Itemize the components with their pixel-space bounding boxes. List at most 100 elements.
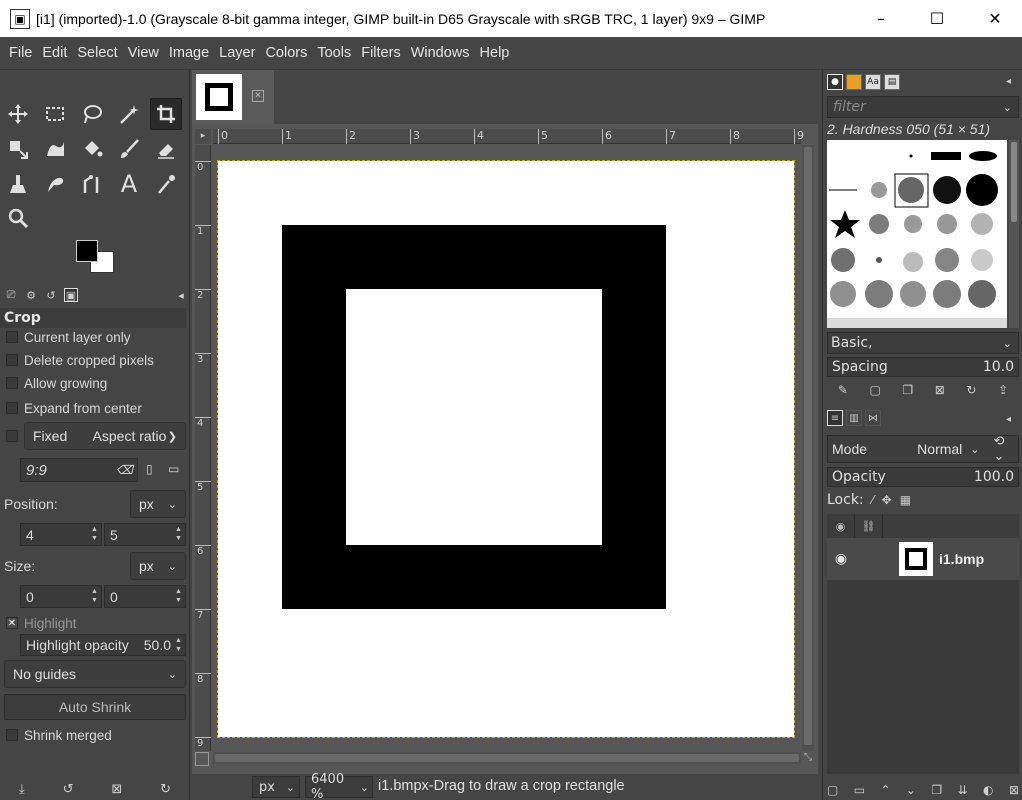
spin-arrows-icon[interactable]: ▲ ▼	[90, 587, 99, 605]
reset-icon[interactable]: ↻	[160, 782, 171, 797]
undo-history-tab-icon[interactable]: ↺	[44, 288, 58, 302]
lock-position-icon[interactable]: ✥	[882, 493, 892, 507]
patterns-tab-icon[interactable]	[846, 74, 862, 90]
close-button[interactable]: ✕	[966, 0, 1022, 37]
highlight-option[interactable]: ✕ Highlight	[6, 613, 77, 633]
checkbox[interactable]	[6, 402, 18, 414]
shrink-merged-option[interactable]: Shrink merged	[6, 725, 112, 745]
layer-mode-combo[interactable]: Mode Normal ⌄ ⟲ ⌄	[827, 434, 1019, 464]
vertical-ruler[interactable]: 0 1 2 3 4 5 6 7 8 9	[195, 145, 211, 751]
landscape-icon[interactable]: ▭	[168, 462, 179, 476]
menu-colors[interactable]: Colors	[260, 45, 312, 61]
maximize-button[interactable]: ☐	[908, 0, 966, 37]
checkbox-checked[interactable]: ✕	[6, 617, 18, 629]
warp-tool-icon[interactable]	[39, 133, 71, 165]
delete-cropped-option[interactable]: Delete cropped pixels	[6, 350, 154, 370]
clear-icon[interactable]: ⌫	[116, 463, 133, 477]
size-width-field[interactable]: 0 ▲ ▼	[20, 585, 102, 608]
brush-grid-scrollbar[interactable]	[1009, 140, 1019, 328]
spin-arrows-icon[interactable]: ▲ ▼	[174, 636, 183, 654]
foreground-color-swatch[interactable]	[76, 240, 98, 262]
paintbrush-tool-icon[interactable]	[113, 133, 145, 165]
vertical-scrollbar[interactable]	[802, 145, 814, 751]
crop-tool-icon[interactable]	[150, 98, 182, 130]
allow-growing-option[interactable]: Allow growing	[6, 373, 107, 393]
minimize-button[interactable]: –	[852, 0, 910, 37]
fg-bg-colors[interactable]	[74, 238, 120, 278]
panel-menu-icon[interactable]: ◂	[174, 288, 188, 302]
layer-name[interactable]: i1.bmp	[939, 551, 984, 567]
menu-help[interactable]: Help	[475, 45, 515, 61]
refresh-brushes-icon[interactable]: ↻	[966, 383, 976, 397]
menu-view[interactable]: View	[123, 45, 164, 61]
menu-edit[interactable]: Edit	[37, 45, 72, 61]
duplicate-brush-icon[interactable]: ❐	[902, 383, 913, 397]
horizontal-ruler[interactable]: 0 1 2 3 4 5 6 7 8 9	[213, 129, 804, 144]
highlight-opacity-field[interactable]: Highlight opacity 50.0 ▲ ▼	[20, 634, 186, 656]
menu-image[interactable]: Image	[164, 45, 214, 61]
eye-icon[interactable]: ◉	[827, 551, 855, 567]
lock-alpha-icon[interactable]: ▦	[900, 493, 911, 507]
brush-spacing-slider[interactable]: Spacing 10.0	[827, 357, 1019, 377]
zoom-combo[interactable]: 6400 % ⌄	[305, 772, 373, 800]
size-unit-combo[interactable]: px ⌄	[130, 552, 186, 580]
horizontal-scrollbar[interactable]	[213, 752, 801, 764]
menu-filters[interactable]: Filters	[356, 45, 405, 61]
portrait-icon[interactable]: ▯	[146, 462, 153, 476]
save-preset-icon[interactable]: ⤓	[19, 782, 25, 797]
image-canvas[interactable]	[217, 160, 795, 738]
brushes-tab-icon[interactable]: ●	[827, 74, 843, 90]
eraser-tool-icon[interactable]	[150, 133, 182, 165]
merge-layer-icon[interactable]: ⇊	[958, 783, 968, 797]
composite-mode-icon[interactable]: ⟲ ⌄	[994, 434, 1018, 464]
fuzzy-select-tool-icon[interactable]	[113, 98, 145, 130]
text-tool-icon[interactable]: A	[113, 168, 145, 200]
clone-tool-icon[interactable]	[2, 168, 34, 200]
checkbox[interactable]	[6, 430, 18, 442]
delete-layer-icon[interactable]: ⊠	[1009, 783, 1019, 797]
layer-opacity-slider[interactable]: Opacity 100.0	[827, 467, 1019, 487]
quick-mask-toggle[interactable]	[195, 752, 209, 766]
fixed-option[interactable]	[6, 426, 24, 446]
rect-select-tool-icon[interactable]	[39, 98, 71, 130]
image-tab[interactable]: ✕	[192, 70, 274, 124]
move-tool-icon[interactable]	[2, 98, 34, 130]
paths-tool-icon[interactable]	[76, 168, 108, 200]
raise-layer-icon[interactable]: ⌃	[880, 783, 890, 797]
color-picker-tool-icon[interactable]	[150, 168, 182, 200]
tool-options-tab-icon[interactable]: ⚙	[24, 288, 38, 302]
brush-thumbnails[interactable]	[827, 140, 1007, 328]
checkbox[interactable]	[6, 729, 18, 741]
checkbox[interactable]	[6, 331, 18, 343]
images-tab-icon[interactable]: ▣	[64, 288, 78, 302]
duplicate-layer-icon[interactable]: ❐	[931, 783, 942, 797]
open-brush-icon[interactable]: ⇪	[998, 383, 1008, 397]
device-status-tab-icon[interactable]: ⎚	[4, 288, 18, 302]
transform-tool-icon[interactable]	[2, 133, 34, 165]
expand-from-center-option[interactable]: Expand from center	[6, 398, 142, 418]
bucket-fill-tool-icon[interactable]	[76, 133, 108, 165]
layers-tab-icon[interactable]: ≡	[827, 410, 843, 426]
size-height-field[interactable]: 0 ▲ ▼	[104, 585, 186, 608]
paths-tab-icon[interactable]: ⋈	[865, 410, 881, 426]
document-history-tab-icon[interactable]: ▤	[884, 74, 900, 90]
menu-windows[interactable]: Windows	[406, 45, 475, 61]
mask-layer-icon[interactable]: ◐	[983, 783, 993, 797]
current-layer-only-option[interactable]: Current layer only	[6, 327, 131, 347]
lower-layer-icon[interactable]: ⌄	[906, 783, 916, 797]
new-layer-group-icon[interactable]: ▭	[854, 783, 865, 797]
fonts-tab-icon[interactable]: Aa	[865, 74, 881, 90]
smudge-tool-icon[interactable]	[39, 168, 71, 200]
menu-layer[interactable]: Layer	[214, 45, 260, 61]
guides-combo[interactable]: No guides ⌄	[4, 660, 186, 688]
spin-arrows-icon[interactable]: ▲ ▼	[174, 587, 183, 605]
position-unit-combo[interactable]: px ⌄	[130, 490, 186, 518]
brush-grid[interactable]	[827, 140, 1007, 328]
menu-file[interactable]: File	[4, 45, 37, 61]
layers-dock-menu-icon[interactable]: ◂	[1006, 414, 1018, 426]
dock-menu-icon[interactable]: ◂	[1006, 76, 1018, 88]
position-x-field[interactable]: 4 ▲ ▼	[20, 523, 102, 546]
edit-brush-icon[interactable]: ✎	[838, 383, 848, 397]
delete-preset-icon[interactable]: ⊠	[111, 782, 122, 797]
fixed-aspect-combo[interactable]: Fixed Aspect ratio ❯	[24, 422, 186, 450]
